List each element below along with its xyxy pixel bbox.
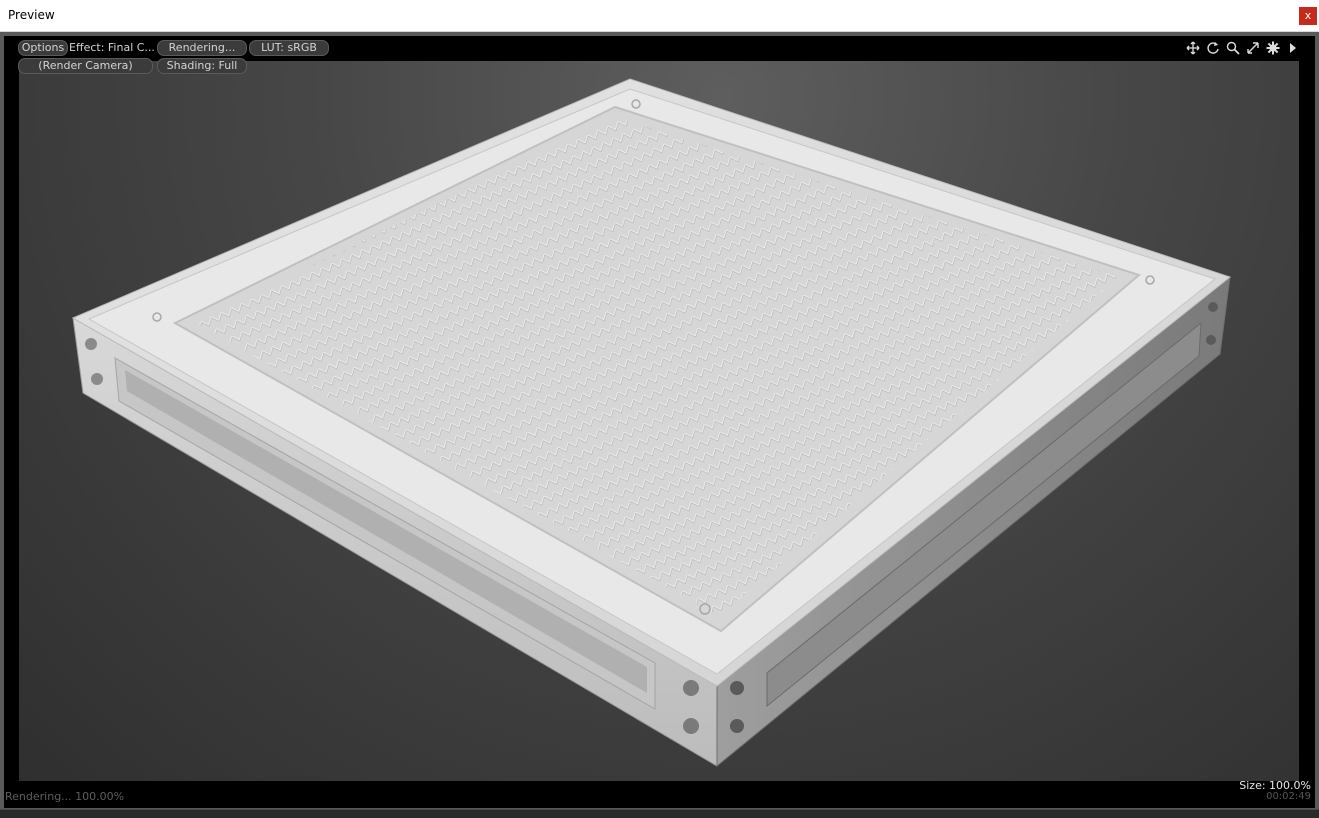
rendered-tile-image xyxy=(71,78,1232,768)
zoom-icon[interactable] xyxy=(1225,40,1241,56)
options-button[interactable]: Options xyxy=(18,40,68,56)
shading-dropdown[interactable]: Shading: Full xyxy=(157,58,247,74)
render-progress-text: Rendering... 100.00% xyxy=(5,790,125,803)
play-icon[interactable] xyxy=(1285,40,1301,56)
fit-icon[interactable] xyxy=(1245,40,1261,56)
gear-icon[interactable] xyxy=(1265,40,1281,56)
camera-dropdown[interactable]: (Render Camera) xyxy=(18,58,153,74)
rotate-icon[interactable] xyxy=(1205,40,1221,56)
render-time: 00:02:49 xyxy=(1266,791,1311,802)
viewport-tools xyxy=(1185,40,1301,56)
rendering-button[interactable]: Rendering... xyxy=(157,40,247,56)
close-button[interactable]: x xyxy=(1299,7,1317,25)
move-icon[interactable] xyxy=(1185,40,1201,56)
horizontal-scrollbar[interactable] xyxy=(0,809,1319,818)
lut-dropdown[interactable]: LUT: sRGB xyxy=(249,40,329,56)
effect-dropdown[interactable]: Effect: Final C... xyxy=(68,40,156,56)
title-bar: Preview x xyxy=(0,0,1319,32)
render-viewport[interactable] xyxy=(19,61,1299,781)
window-title: Preview xyxy=(8,8,55,22)
